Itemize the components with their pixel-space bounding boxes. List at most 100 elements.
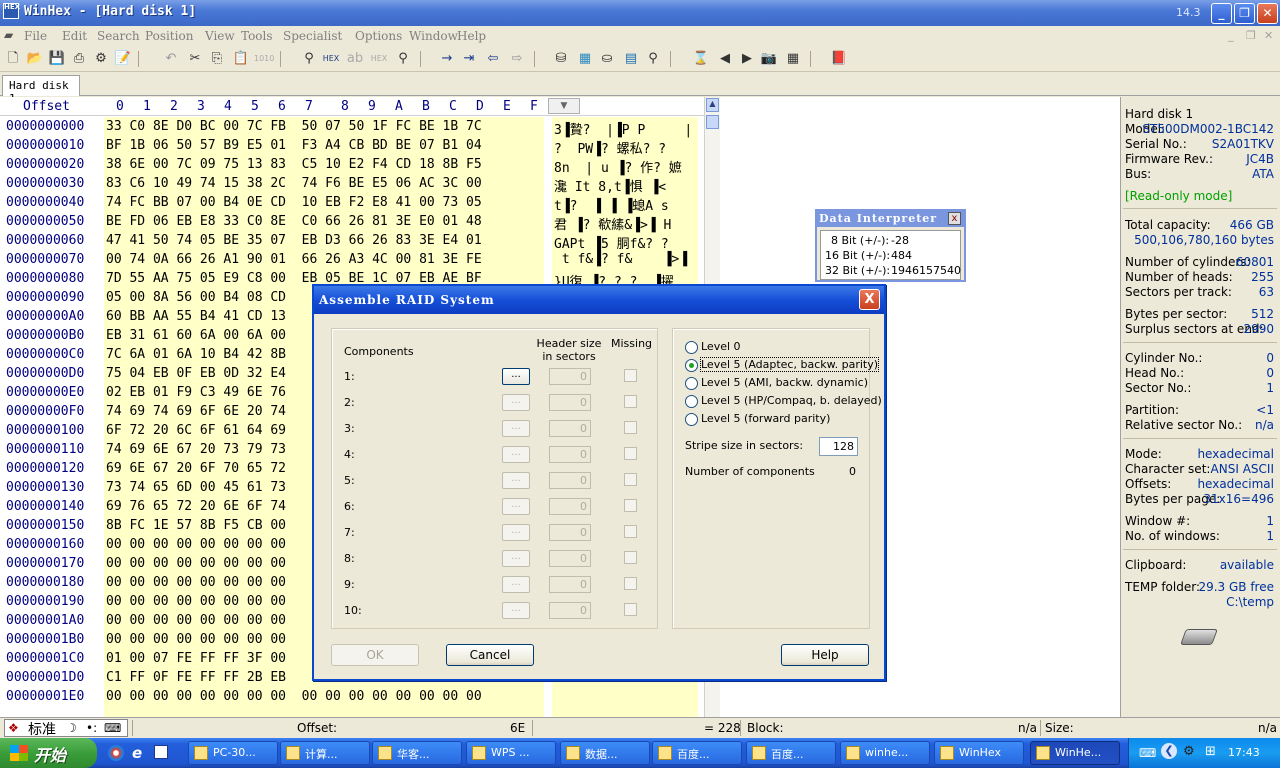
print-icon[interactable]: ⎙ bbox=[70, 50, 88, 68]
taskbar-item[interactable]: 华客... bbox=[372, 741, 462, 765]
header-size-input[interactable]: 0 bbox=[549, 550, 591, 567]
raid-level-radio[interactable] bbox=[685, 395, 698, 408]
hash-icon[interactable]: ⚲ bbox=[644, 50, 662, 68]
row-offset[interactable]: 0000000050 bbox=[6, 214, 106, 229]
tray-collapse-icon[interactable]: ❮ bbox=[1161, 743, 1177, 759]
row-hex-bytes[interactable]: 69 76 65 72 20 6E 6F 74 bbox=[106, 499, 286, 514]
taskbar-item[interactable]: WPS ... bbox=[466, 741, 556, 765]
row-hex-bytes[interactable]: 74 69 74 69 6F 6E 20 74 bbox=[106, 404, 286, 419]
camera-icon[interactable]: 📷 bbox=[760, 50, 778, 68]
charset-dropdown-icon[interactable]: ▼ bbox=[548, 98, 580, 114]
menu-options[interactable]: Options bbox=[355, 29, 402, 43]
taskbar-item[interactable]: winhe... bbox=[840, 741, 930, 765]
help-button[interactable]: Help bbox=[781, 644, 869, 666]
row-offset[interactable]: 0000000060 bbox=[6, 233, 106, 248]
header-size-input[interactable]: 0 bbox=[549, 498, 591, 515]
taskbar-item[interactable]: WinHe... bbox=[1030, 741, 1120, 765]
raid-level-label[interactable]: Level 0 bbox=[701, 340, 741, 353]
taskbar-item[interactable]: 百度... bbox=[652, 741, 742, 765]
show-desktop-icon[interactable] bbox=[154, 745, 168, 759]
taskbar-item[interactable]: 计算... bbox=[280, 741, 370, 765]
scroll-up-icon[interactable]: ▲ bbox=[706, 98, 719, 112]
menu-search[interactable]: Search bbox=[97, 29, 140, 43]
missing-checkbox[interactable] bbox=[624, 499, 637, 512]
row-text[interactable]: t▐? ▐ ▐ ▐螅A s bbox=[554, 195, 669, 214]
browse-component-button[interactable]: ... bbox=[502, 576, 530, 593]
row-offset[interactable]: 00000000D0 bbox=[6, 366, 106, 381]
row-hex-bytes[interactable]: 05 00 8A 56 00 B4 08 CD bbox=[106, 290, 286, 305]
ie-icon[interactable]: e bbox=[132, 744, 142, 762]
goto-page-icon[interactable]: ⇥ bbox=[460, 50, 478, 68]
start-button[interactable]: 开始 bbox=[0, 738, 97, 768]
row-hex-bytes[interactable]: 00 00 00 00 00 00 00 00 bbox=[106, 575, 286, 590]
header-size-input[interactable]: 0 bbox=[549, 446, 591, 463]
row-offset[interactable]: 0000000030 bbox=[6, 176, 106, 191]
find-again-icon[interactable]: ⚲ bbox=[394, 50, 412, 68]
browse-component-button[interactable]: ... bbox=[502, 394, 530, 411]
row-offset[interactable]: 0000000040 bbox=[6, 195, 106, 210]
raid-level-label[interactable]: Level 5 (forward parity) bbox=[701, 412, 830, 425]
open-file-icon[interactable]: 📂 bbox=[26, 50, 44, 68]
row-hex-bytes[interactable]: 00 00 00 00 00 00 00 00 bbox=[106, 556, 286, 571]
dialog-title[interactable]: Assemble RAID System bbox=[314, 286, 884, 314]
row-hex-bytes[interactable]: 7C 6A 01 6A 10 B4 42 8B bbox=[106, 347, 286, 362]
row-offset[interactable]: 0000000130 bbox=[6, 480, 106, 495]
ime-moon-icon[interactable]: ☽ bbox=[66, 721, 77, 735]
row-offset[interactable]: 0000000140 bbox=[6, 499, 106, 514]
row-offset[interactable]: 00000000B0 bbox=[6, 328, 106, 343]
row-hex-bytes[interactable]: 33 C0 8E D0 BC 00 7C FB 50 07 50 1F FC B… bbox=[106, 119, 482, 134]
raid-level-radio[interactable] bbox=[685, 359, 698, 372]
menu-help[interactable]: Help bbox=[457, 29, 486, 43]
row-offset[interactable]: 00000001A0 bbox=[6, 613, 106, 628]
header-size-input[interactable]: 0 bbox=[549, 394, 591, 411]
media-player-icon[interactable] bbox=[108, 745, 124, 761]
save-icon[interactable]: 💾 bbox=[48, 50, 66, 68]
goto-offset-icon[interactable]: → bbox=[438, 50, 456, 68]
mdi-close-icon[interactable]: ✕ bbox=[1264, 29, 1273, 42]
tray-network-icon[interactable]: ⊞ bbox=[1205, 744, 1216, 759]
grid-icon[interactable]: ▦ bbox=[784, 50, 802, 68]
row-offset[interactable]: 0000000100 bbox=[6, 423, 106, 438]
replace-text-icon[interactable]: ab bbox=[346, 50, 364, 68]
missing-checkbox[interactable] bbox=[624, 369, 637, 382]
snapshot-icon[interactable]: ⌛ bbox=[692, 50, 710, 68]
row-hex-bytes[interactable]: C1 FF 0F FE FF FF 2B EB bbox=[106, 670, 286, 685]
row-hex-bytes[interactable]: 00 00 00 00 00 00 00 00 00 00 00 00 00 0… bbox=[106, 689, 482, 704]
ime-punct-icon[interactable]: •: bbox=[86, 721, 97, 735]
row-text[interactable]: GAPt ▐5 胴f&? ? bbox=[554, 233, 669, 252]
find-hex-icon[interactable]: HEX bbox=[322, 50, 340, 68]
ime-mode-label[interactable]: 标准 bbox=[28, 719, 56, 739]
calculator-icon[interactable]: ▤ bbox=[622, 50, 640, 68]
data-interpreter-title[interactable]: Data Interpreter bbox=[817, 211, 964, 227]
row-hex-bytes[interactable]: 00 00 00 00 00 00 00 00 bbox=[106, 613, 286, 628]
missing-checkbox[interactable] bbox=[624, 447, 637, 460]
row-offset[interactable]: 0000000020 bbox=[6, 157, 106, 172]
row-offset[interactable]: 00000000E0 bbox=[6, 385, 106, 400]
disk-tools-icon[interactable]: ⛀ bbox=[598, 50, 616, 68]
row-offset[interactable]: 00000001B0 bbox=[6, 632, 106, 647]
back-icon[interactable]: ⇦ bbox=[484, 50, 502, 68]
taskbar-item[interactable]: 数据... bbox=[560, 741, 650, 765]
row-offset[interactable]: 0000000000 bbox=[6, 119, 106, 134]
prev-icon[interactable]: ◀ bbox=[716, 50, 734, 68]
menu-window[interactable]: Window bbox=[409, 29, 458, 43]
header-size-input[interactable]: 0 bbox=[549, 420, 591, 437]
row-hex-bytes[interactable]: BF 1B 06 50 57 B9 E5 01 F3 A4 CB BD BE 0… bbox=[106, 138, 482, 153]
forward-icon[interactable]: ⇨ bbox=[508, 50, 526, 68]
export-icon[interactable]: 📝 bbox=[114, 50, 132, 68]
row-offset[interactable]: 0000000010 bbox=[6, 138, 106, 153]
raid-level-label[interactable]: Level 5 (AMI, backw. dynamic) bbox=[701, 376, 868, 389]
cancel-button[interactable]: Cancel bbox=[446, 644, 534, 666]
dialog-close-icon[interactable]: X bbox=[859, 289, 880, 310]
row-offset[interactable]: 0000000160 bbox=[6, 537, 106, 552]
row-hex-bytes[interactable]: 00 00 00 00 00 00 00 00 bbox=[106, 632, 286, 647]
ram-editor-icon[interactable]: ▦ bbox=[576, 50, 594, 68]
data-interpreter-close-icon[interactable]: x bbox=[948, 212, 961, 225]
missing-checkbox[interactable] bbox=[624, 577, 637, 590]
row-text[interactable]: 8n | u ▐? 作? 嫬 bbox=[554, 157, 682, 176]
browse-component-button[interactable]: ... bbox=[502, 498, 530, 515]
row-text[interactable]: 3▐贄? |▐P P | bbox=[554, 119, 692, 138]
row-hex-bytes[interactable]: 75 04 EB 0F EB 0D 32 E4 bbox=[106, 366, 286, 381]
ok-button[interactable]: OK bbox=[331, 644, 419, 666]
missing-checkbox[interactable] bbox=[624, 551, 637, 564]
